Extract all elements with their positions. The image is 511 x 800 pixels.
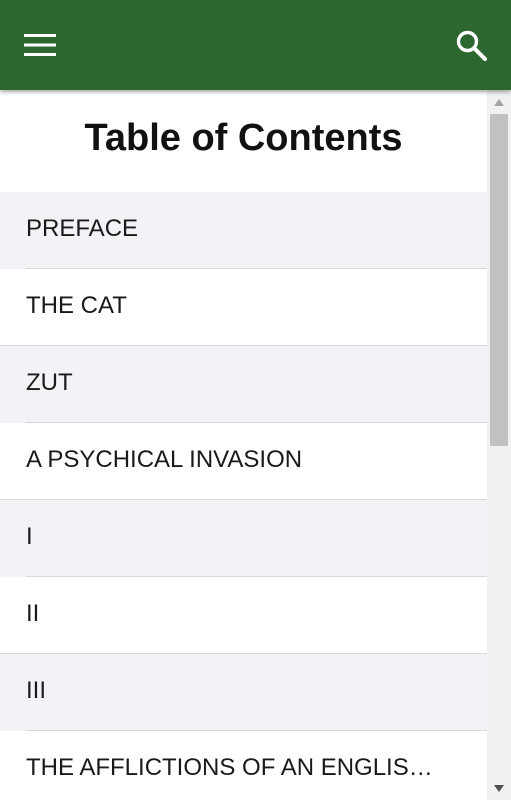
toc-item-label: A PSYCHICAL INVASION xyxy=(26,446,303,473)
toc-item-label: I xyxy=(26,523,33,550)
toc-item-ii[interactable]: II xyxy=(0,577,487,654)
toc-item-label: II xyxy=(26,600,40,627)
toc-item-afflictions-of-an-english[interactable]: THE AFFLICTIONS OF AN ENGLIS… xyxy=(0,731,487,800)
toc-item-zut[interactable]: ZUT xyxy=(0,346,487,423)
app-bar xyxy=(0,0,511,90)
toc-item-the-cat[interactable]: THE CAT xyxy=(0,269,487,346)
vertical-scrollbar[interactable] xyxy=(487,90,511,800)
toc-item-preface[interactable]: PREFACE xyxy=(0,192,487,269)
hamburger-menu-icon xyxy=(24,34,56,56)
toc-item-iii[interactable]: III xyxy=(0,654,487,731)
toc-item-label: ZUT xyxy=(26,369,73,396)
search-icon xyxy=(456,30,487,61)
toc-item-label: III xyxy=(26,677,47,704)
toc-item-label: THE CAT xyxy=(26,292,127,319)
toc-list: PREFACE THE CAT ZUT A PSYCHICAL INVASION… xyxy=(0,192,487,800)
toc-item-label: THE AFFLICTIONS OF AN ENGLIS… xyxy=(26,754,433,781)
search-button[interactable] xyxy=(445,20,497,70)
scroll-down-arrow-icon xyxy=(494,784,504,792)
toc-item-label: PREFACE xyxy=(26,215,139,242)
menu-button[interactable] xyxy=(14,20,66,70)
scroll-up-button[interactable] xyxy=(487,92,511,112)
scrollbar-thumb[interactable] xyxy=(490,114,508,446)
scroll-up-arrow-icon xyxy=(494,98,504,106)
toc-item-a-psychical-invasion[interactable]: A PSYCHICAL INVASION xyxy=(0,423,487,500)
toc-item-i[interactable]: I xyxy=(0,500,487,577)
page-title: Table of Contents xyxy=(84,117,403,159)
toc-content: Table of Contents PREFACE THE CAT ZUT A … xyxy=(0,90,487,800)
scroll-down-button[interactable] xyxy=(487,778,511,798)
